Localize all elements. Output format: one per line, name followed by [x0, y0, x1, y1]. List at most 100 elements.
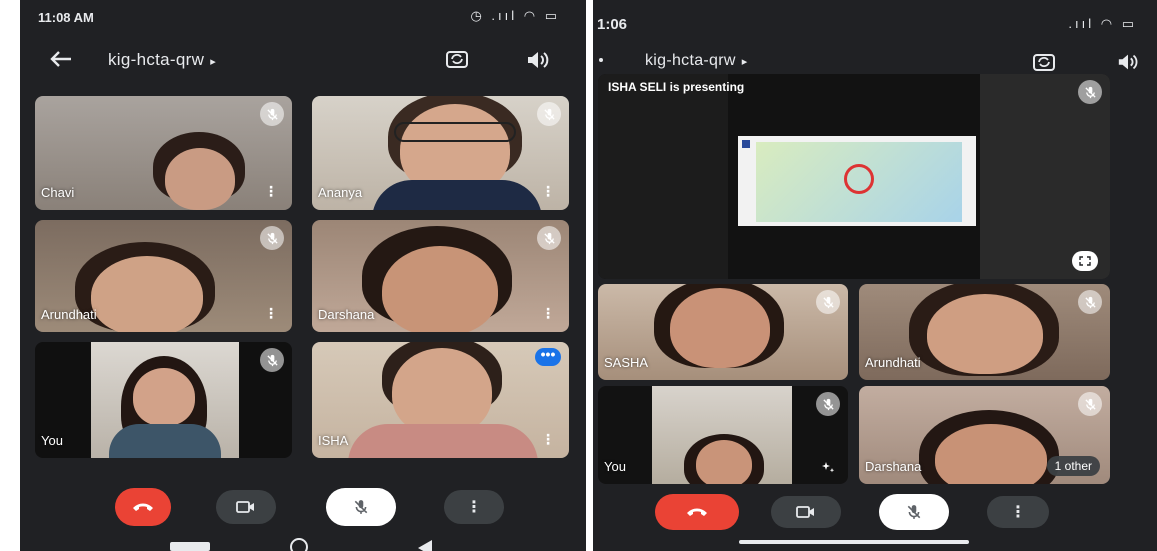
fullscreen-button[interactable]	[1072, 251, 1098, 271]
meeting-code[interactable]: kig-hcta-qrw ▸	[108, 50, 216, 70]
status-time: 11:08 AM	[38, 10, 94, 25]
participant-name: You	[604, 459, 626, 474]
participant-tile-isha[interactable]: ••• ISHA ⋮	[312, 342, 569, 458]
camera-icon	[236, 501, 254, 513]
participant-name: Ananya	[318, 185, 363, 200]
more-icon: ⋮	[1010, 504, 1026, 521]
presentation-side-right	[980, 74, 1110, 279]
status-icons: .ııl ◠ ▭	[1068, 16, 1137, 31]
mic-off-icon	[260, 226, 284, 250]
fullscreen-icon	[1079, 256, 1091, 266]
more-options-icon[interactable]: •••	[535, 347, 561, 366]
more-options-button[interactable]: ⋮	[444, 490, 504, 524]
meeting-code[interactable]: kig-hcta-qrw ▸	[645, 52, 748, 70]
participant-face	[165, 148, 235, 210]
glasses	[394, 122, 516, 142]
participant-tile-you[interactable]: You	[598, 386, 848, 484]
participant-shirt	[109, 424, 221, 458]
nav-recent-button[interactable]	[170, 542, 210, 551]
presentation-tile[interactable]: ISHA SELI is presenting	[598, 74, 1110, 279]
self-video	[652, 386, 792, 484]
mic-off-icon	[354, 500, 368, 514]
more-icon: ⋮	[466, 499, 482, 516]
flip-camera-icon[interactable]	[1033, 52, 1055, 76]
shared-screen	[738, 136, 976, 226]
slide-logo	[742, 140, 750, 148]
participant-name: Darshana	[865, 459, 922, 474]
participant-face	[91, 256, 203, 332]
mic-off-icon	[537, 226, 561, 250]
participant-name: Darshana	[318, 307, 375, 322]
nav-home-button[interactable]	[290, 538, 308, 551]
right-phone-screen: 1:06 .ııl ◠ ▭ kig-hcta-qrw ▸ ISHA SELI is…	[593, 0, 1157, 551]
mic-off-icon	[816, 392, 840, 416]
end-call-button[interactable]	[115, 488, 171, 526]
home-indicator[interactable]	[739, 540, 969, 544]
end-call-icon	[133, 503, 153, 511]
mic-off-icon	[260, 102, 284, 126]
participant-face	[392, 348, 492, 436]
participant-shirt	[372, 180, 542, 210]
participant-shirt	[348, 424, 538, 458]
more-icon[interactable]: ⋮	[541, 305, 555, 322]
participant-tile-you[interactable]: You	[35, 342, 292, 458]
participant-tile-arundhati[interactable]: Arundhati	[859, 284, 1110, 380]
more-icon[interactable]: ⋮	[264, 305, 278, 322]
mic-off-icon	[1078, 392, 1102, 416]
more-icon[interactable]: ⋮	[541, 183, 555, 200]
mic-off-icon	[907, 505, 921, 519]
end-call-button[interactable]	[655, 494, 739, 530]
nav-back-button[interactable]	[418, 540, 432, 551]
participant-name: Chavi	[41, 185, 75, 200]
participant-tile-darshana[interactable]: Darshana 1 other	[859, 386, 1110, 484]
mic-off-icon	[260, 348, 284, 372]
speaker-icon[interactable]	[526, 50, 550, 74]
caret-icon: ▸	[210, 56, 217, 68]
more-options-button[interactable]: ⋮	[987, 496, 1049, 528]
status-time: 1:06	[597, 16, 628, 33]
end-call-icon	[687, 508, 707, 516]
mic-off-icon	[816, 290, 840, 314]
back-arrow-icon[interactable]	[599, 58, 603, 62]
meeting-code-text: kig-hcta-qrw	[645, 52, 736, 69]
more-icon[interactable]: ⋮	[541, 431, 555, 448]
participant-face	[935, 424, 1047, 484]
participant-tile-arundhati[interactable]: Arundhati ⋮	[35, 220, 292, 332]
participant-tile-darshana[interactable]: Darshana ⋮	[312, 220, 569, 332]
participant-name: You	[41, 433, 63, 448]
self-video	[91, 342, 239, 458]
mic-off-icon	[537, 102, 561, 126]
no-sign-icon	[844, 164, 874, 194]
mic-button[interactable]	[879, 494, 949, 530]
mic-button[interactable]	[326, 488, 396, 526]
mic-off-icon	[1078, 80, 1102, 104]
caret-icon: ▸	[741, 56, 748, 68]
others-badge[interactable]: 1 other	[1046, 456, 1100, 476]
participant-face	[927, 294, 1043, 374]
participant-face	[133, 368, 195, 426]
left-phone-screen: 11:08 AM ◷ .ııl ◠ ▭ kig-hcta-qrw ▸ Chavi …	[20, 0, 586, 551]
meeting-code-text: kig-hcta-qrw	[108, 50, 205, 69]
participant-name: Arundhati	[41, 307, 97, 322]
participant-face	[382, 246, 498, 332]
back-arrow-icon[interactable]	[50, 50, 72, 72]
participant-tile-ananya[interactable]: Ananya ⋮	[312, 96, 569, 210]
participant-name: Arundhati	[865, 355, 921, 370]
more-icon[interactable]: ⋮	[264, 183, 278, 200]
effects-icon[interactable]	[820, 460, 836, 474]
presentation-side-left	[598, 74, 728, 279]
participant-name: ISHA	[318, 433, 349, 448]
speaker-icon[interactable]	[1117, 52, 1139, 76]
mic-off-icon	[1078, 290, 1102, 314]
camera-button[interactable]	[216, 490, 276, 524]
participant-name: SASHA	[604, 355, 649, 370]
participant-tile-chavi[interactable]: Chavi ⋮	[35, 96, 292, 210]
participant-face	[696, 440, 752, 484]
camera-icon	[796, 506, 814, 518]
participant-tile-sasha[interactable]: SASHA	[598, 284, 848, 380]
shared-map	[756, 142, 962, 222]
status-icons: ◷ .ııl ◠ ▭	[470, 8, 560, 23]
camera-button[interactable]	[771, 496, 841, 528]
flip-camera-icon[interactable]	[446, 49, 468, 73]
participant-face	[670, 288, 770, 368]
